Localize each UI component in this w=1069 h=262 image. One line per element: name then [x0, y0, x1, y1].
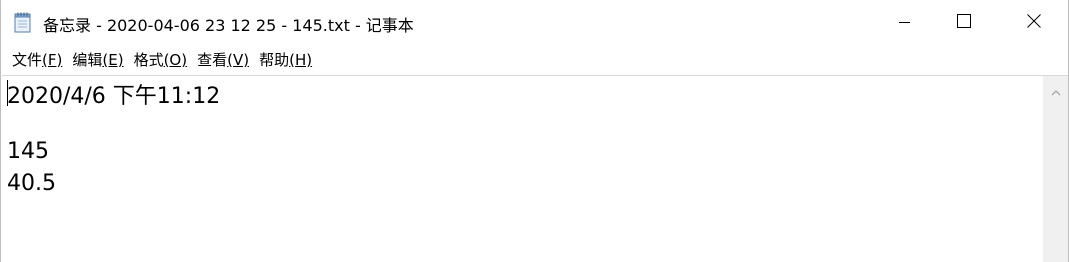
maximize-icon [957, 13, 971, 32]
close-icon [1027, 13, 1041, 32]
chevron-up-icon [1051, 81, 1061, 100]
minimize-icon [899, 13, 911, 32]
menu-accelerator: (O) [163, 50, 188, 69]
text-editor-area[interactable]: 2020/4/6 下午11:12 145 40.5 [2, 75, 1043, 262]
notepad-window: 备忘录 - 2020-04-06 23 12 25 - 145.txt - 记事… [0, 0, 1069, 262]
menu-label: 查看 [197, 50, 228, 69]
minimize-button[interactable] [875, 0, 935, 45]
menu-accelerator: (H) [289, 50, 313, 69]
menu-view[interactable]: 查看(V) [192, 48, 254, 72]
menu-bar: 文件(F) 编辑(E) 格式(O) 查看(V) 帮助(H) [1, 45, 1068, 74]
vertical-scrollbar[interactable] [1043, 75, 1068, 262]
menu-accelerator: (E) [102, 50, 124, 69]
notepad-icon[interactable] [13, 11, 33, 33]
editor-line: 40.5 [7, 171, 56, 196]
menu-edit[interactable]: 编辑(E) [67, 48, 128, 72]
title-bar[interactable]: 备忘录 - 2020-04-06 23 12 25 - 145.txt - 记事… [1, 0, 1068, 45]
menu-label: 编辑 [72, 50, 103, 69]
menu-accelerator: (V) [227, 50, 250, 69]
editor-line: 2020/4/6 下午11:12 [7, 84, 221, 109]
close-button[interactable] [1004, 0, 1064, 45]
editor-line: 145 [7, 139, 49, 164]
menu-accelerator: (F) [42, 50, 63, 69]
menu-format[interactable]: 格式(O) [129, 48, 193, 72]
menu-label: 帮助 [259, 50, 290, 69]
menu-file[interactable]: 文件(F) [7, 48, 67, 72]
menu-label: 格式 [133, 50, 164, 69]
menu-label: 文件 [12, 50, 43, 69]
scroll-up-button[interactable] [1043, 80, 1068, 100]
maximize-button[interactable] [934, 0, 994, 45]
window-title: 备忘录 - 2020-04-06 23 12 25 - 145.txt - 记事… [43, 16, 414, 35]
menu-help[interactable]: 帮助(H) [254, 48, 317, 72]
